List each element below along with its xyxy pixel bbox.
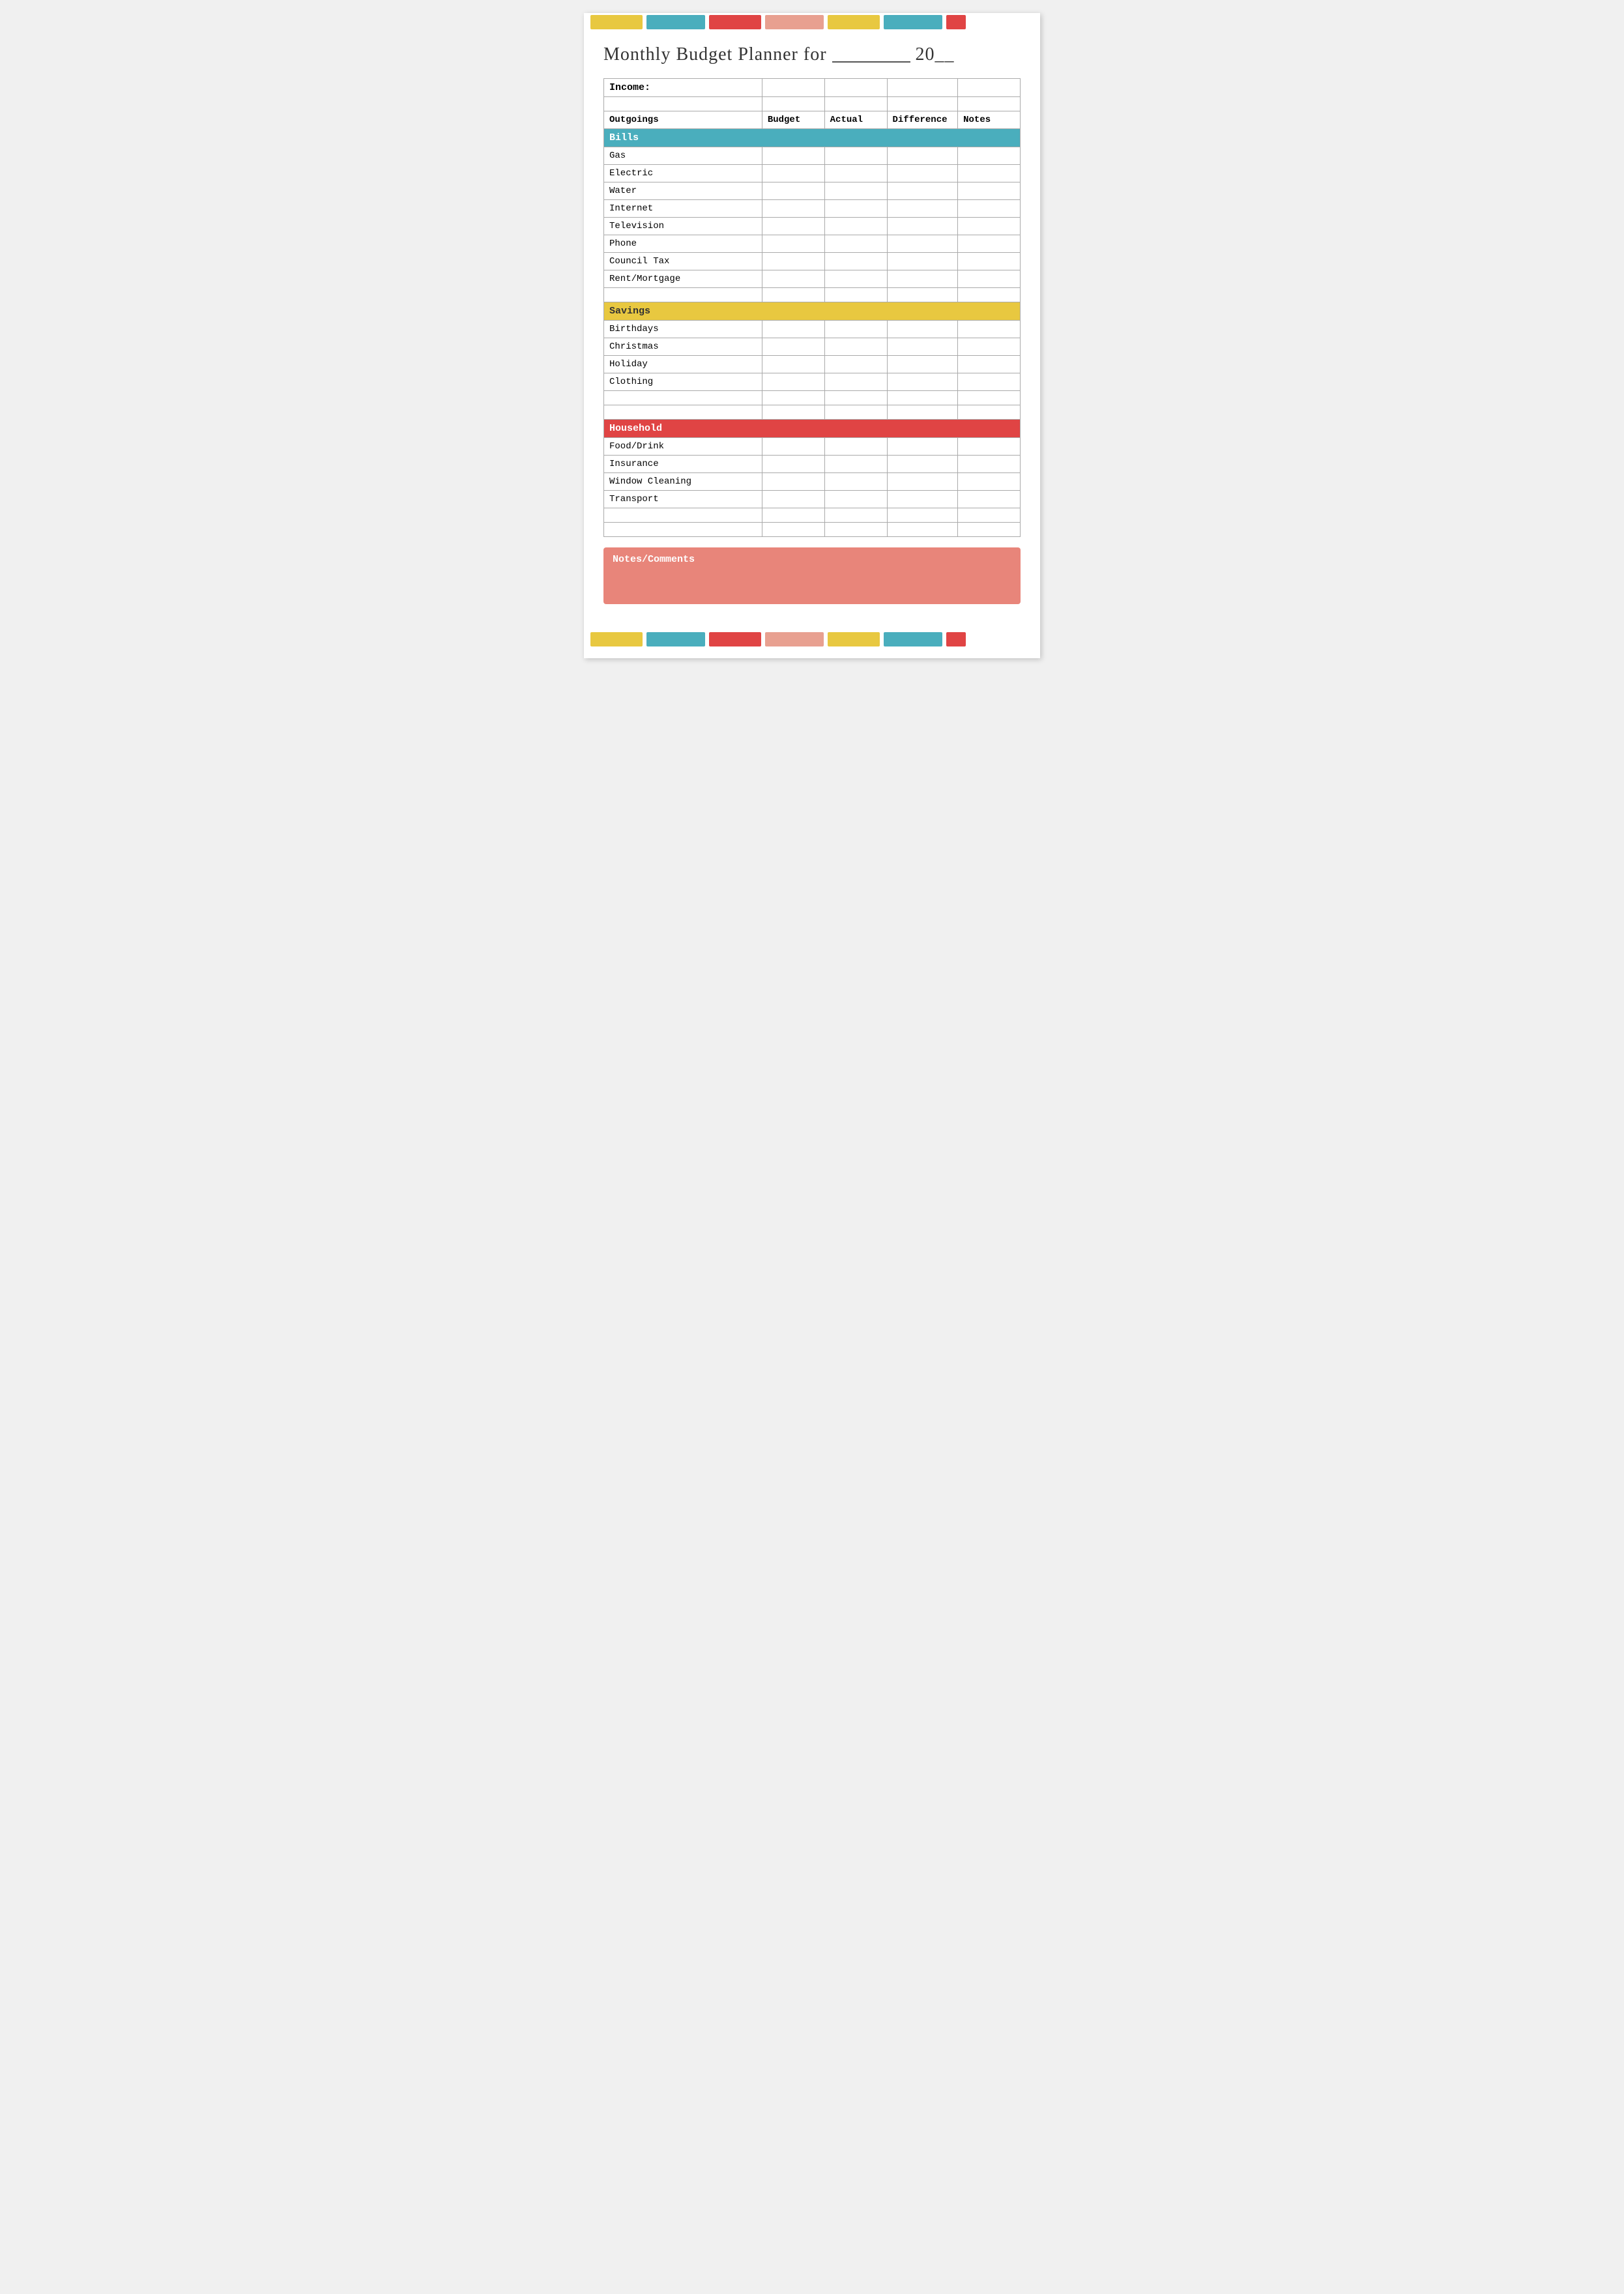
internet-label: Internet	[604, 200, 762, 218]
budget-table: Income: Outgoings Budget Actual Differen…	[603, 78, 1021, 537]
list-item: Water	[604, 182, 1021, 200]
bar-bottom-red-2	[946, 632, 966, 646]
list-item: Gas	[604, 147, 1021, 165]
rent-mortgage-label: Rent/Mortgage	[604, 270, 762, 288]
bar-salmon-1	[765, 15, 824, 29]
income-diff	[887, 79, 958, 97]
council-tax-label: Council Tax	[604, 253, 762, 270]
list-item: Television	[604, 218, 1021, 235]
electric-label: Electric	[604, 165, 762, 182]
savings-label: Savings	[604, 302, 1021, 321]
empty-row-5	[604, 508, 1021, 523]
list-item: Food/Drink	[604, 438, 1021, 456]
col-actual: Actual	[824, 111, 887, 129]
food-drink-label: Food/Drink	[604, 438, 762, 456]
water-label: Water	[604, 182, 762, 200]
insurance-label: Insurance	[604, 456, 762, 473]
household-category-row: Household	[604, 420, 1021, 438]
col-budget: Budget	[762, 111, 824, 129]
savings-category-row: Savings	[604, 302, 1021, 321]
list-item: Phone	[604, 235, 1021, 253]
list-item: Holiday	[604, 356, 1021, 373]
bar-bottom-yellow-2	[828, 632, 880, 646]
household-label: Household	[604, 420, 1021, 438]
clothing-label: Clothing	[604, 373, 762, 391]
income-budget	[762, 79, 824, 97]
empty-row-4	[604, 405, 1021, 420]
empty-row-6	[604, 523, 1021, 537]
window-cleaning-label: Window Cleaning	[604, 473, 762, 491]
title-line	[832, 61, 910, 63]
top-bars	[584, 13, 1040, 31]
birthdays-label: Birthdays	[604, 321, 762, 338]
transport-label: Transport	[604, 491, 762, 508]
empty-row-3	[604, 391, 1021, 405]
income-row: Income:	[604, 79, 1021, 97]
income-notes	[958, 79, 1021, 97]
empty-row-1	[604, 97, 1021, 111]
title-prefix: Monthly Budget Planner for	[603, 44, 832, 65]
list-item: Window Cleaning	[604, 473, 1021, 491]
page-content: Monthly Budget Planner for 20__ Income: …	[584, 31, 1040, 617]
page: Monthly Budget Planner for 20__ Income: …	[584, 13, 1040, 658]
notes-title: Notes/Comments	[613, 554, 1011, 565]
notes-section: Notes/Comments	[603, 547, 1021, 604]
bar-blue-2	[884, 15, 942, 29]
bar-bottom-blue-1	[646, 632, 705, 646]
bottom-bars	[584, 630, 1040, 648]
list-item: Birthdays	[604, 321, 1021, 338]
television-label: Television	[604, 218, 762, 235]
col-difference: Difference	[887, 111, 958, 129]
income-actual	[824, 79, 887, 97]
list-item: Transport	[604, 491, 1021, 508]
list-item: Insurance	[604, 456, 1021, 473]
bar-bottom-salmon-1	[765, 632, 824, 646]
list-item: Council Tax	[604, 253, 1021, 270]
list-item: Christmas	[604, 338, 1021, 356]
column-header-row: Outgoings Budget Actual Difference Notes	[604, 111, 1021, 129]
title-year: 20__	[910, 44, 955, 65]
gas-label: Gas	[604, 147, 762, 165]
col-outgoings: Outgoings	[604, 111, 762, 129]
bar-bottom-red-1	[709, 632, 761, 646]
phone-label: Phone	[604, 235, 762, 253]
bills-category-row: Bills	[604, 129, 1021, 147]
bar-blue-1	[646, 15, 705, 29]
empty-row-2	[604, 288, 1021, 302]
bar-red-2	[946, 15, 966, 29]
bar-bottom-yellow-1	[590, 632, 643, 646]
bar-yellow-2	[828, 15, 880, 29]
income-label: Income:	[604, 79, 762, 97]
list-item: Internet	[604, 200, 1021, 218]
bills-label: Bills	[604, 129, 1021, 147]
holiday-label: Holiday	[604, 356, 762, 373]
list-item: Electric	[604, 165, 1021, 182]
col-notes: Notes	[958, 111, 1021, 129]
bar-bottom-blue-2	[884, 632, 942, 646]
christmas-label: Christmas	[604, 338, 762, 356]
list-item: Clothing	[604, 373, 1021, 391]
page-title: Monthly Budget Planner for 20__	[603, 44, 1021, 65]
list-item: Rent/Mortgage	[604, 270, 1021, 288]
bar-yellow-1	[590, 15, 643, 29]
bar-red-1	[709, 15, 761, 29]
